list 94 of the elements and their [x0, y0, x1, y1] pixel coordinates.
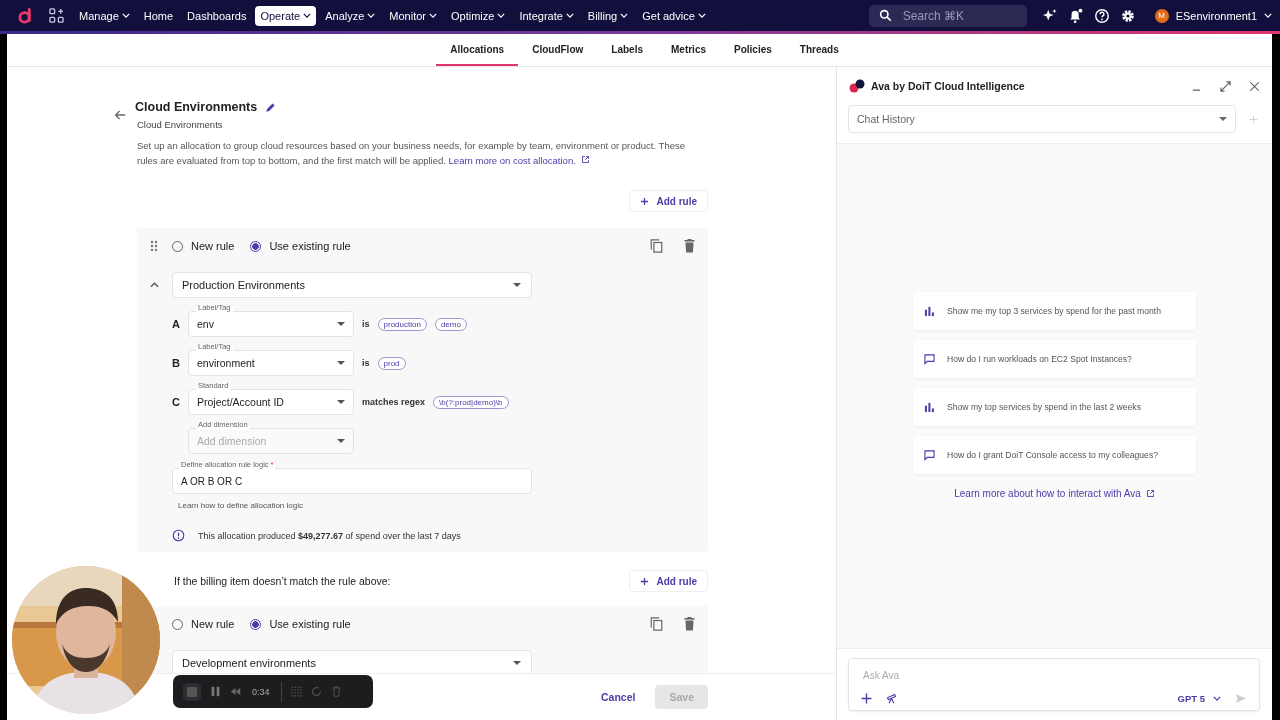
suggestion-card[interactable]: How do I run workloads on EC2 Spot Instances?	[913, 340, 1196, 378]
recording-time: 0:34	[252, 686, 270, 697]
tab[interactable]: Allocations	[436, 34, 519, 66]
tab[interactable]: Metrics	[657, 34, 720, 66]
info-icon	[172, 529, 185, 542]
radio-option[interactable]: Use existing rule	[250, 618, 351, 630]
chat-bubbles-icon	[849, 79, 865, 93]
plus-icon	[640, 196, 650, 206]
account-menu[interactable]: ESenvironment1	[1175, 9, 1272, 22]
add-rule-button[interactable]: Add rule	[629, 570, 708, 592]
page-title: Cloud Environments	[135, 100, 258, 114]
nav-menu-item[interactable]: Manage	[74, 5, 135, 26]
rewind-icon[interactable]	[230, 686, 241, 697]
page-subtitle: Cloud Environments	[137, 119, 224, 130]
delete-icon[interactable]	[683, 617, 696, 631]
condition-operator: is	[362, 357, 370, 370]
fallback-text: If the billing item doesn’t match the rule above:	[174, 575, 391, 587]
condition-operator: is	[362, 318, 370, 331]
condition-letter: A	[172, 317, 180, 332]
chat-history-select[interactable]: Chat History	[848, 105, 1236, 133]
nav-menu-item[interactable]: Optimize	[446, 5, 511, 26]
edit-pencil-icon[interactable]	[265, 101, 277, 113]
dropdown-caret-icon	[513, 661, 521, 665]
drag-handle-icon[interactable]	[150, 240, 158, 252]
suggestion-card[interactable]: Show me my top 3 services by spend for the past month	[913, 292, 1196, 330]
dropdown-caret-icon	[337, 439, 345, 443]
plus-icon[interactable]	[861, 693, 872, 704]
nav-menu-item[interactable]: Operate	[255, 5, 317, 26]
learn-more-link[interactable]: Learn more about how to interact with Ava	[954, 488, 1141, 499]
external-link-icon	[1145, 489, 1155, 498]
chat-bubble-icon	[924, 449, 935, 461]
model-select[interactable]: GPT 5	[1177, 693, 1221, 704]
logo-icon[interactable]	[18, 7, 33, 24]
rule-select[interactable]: Development environments	[172, 650, 532, 673]
caret-icon	[1213, 696, 1221, 701]
dropdown-caret-icon	[337, 322, 345, 326]
apps-grid-icon[interactable]	[49, 8, 64, 23]
copy-icon[interactable]	[650, 617, 663, 631]
radio-option[interactable]: Use existing rule	[250, 240, 351, 252]
notification-bell-icon[interactable]	[1067, 7, 1084, 24]
cost-allocation-link[interactable]: Learn more on cost allocation.	[448, 155, 576, 166]
chat-bubble-icon	[924, 353, 935, 365]
telescope-icon[interactable]	[886, 693, 897, 704]
external-link-icon	[580, 155, 590, 164]
nav-menu-item[interactable]: Billing	[582, 5, 634, 26]
value-chip: prod	[377, 357, 406, 370]
message-composer[interactable]: Ask Ava GPT 5	[848, 658, 1260, 711]
tab[interactable]: Policies	[720, 34, 786, 66]
radio-option[interactable]: New rule	[172, 618, 235, 630]
plus-icon	[640, 576, 650, 586]
settings-icon[interactable]	[1119, 7, 1136, 24]
nav-menu-item[interactable]: Analyze	[320, 5, 381, 26]
back-arrow-icon[interactable]	[113, 108, 127, 122]
help-icon[interactable]	[1093, 7, 1110, 24]
tab[interactable]: CloudFlow	[518, 34, 598, 66]
value-chip: demo	[434, 318, 467, 331]
description-text: Set up an allocation to group cloud resources based on your business needs, for example by team, environment or product. These rules are evaluated from top to bottom, and the first match will be applied. Learn more on cost allocation.	[137, 139, 686, 168]
dropdown-caret-icon	[513, 283, 521, 287]
restart-icon[interactable]	[310, 686, 322, 697]
nav-menu-item[interactable]: Home	[138, 5, 179, 26]
pause-icon[interactable]	[210, 686, 221, 697]
spend-note: This allocation produced $49,277.67 of spend over the last 7 days	[198, 530, 461, 541]
dropdown-caret-icon	[337, 361, 345, 365]
nav-menu-item[interactable]: Get advice	[637, 5, 711, 26]
assistant-title: Ava by DoiT Cloud Intelligence	[871, 80, 1025, 92]
condition-letter: C	[172, 395, 180, 410]
nav-menu-item[interactable]: Dashboards	[182, 5, 252, 26]
tab[interactable]: Threads	[785, 34, 853, 66]
bar-chart-icon	[924, 401, 935, 413]
delete-icon[interactable]	[683, 239, 696, 253]
search-icon	[878, 8, 892, 22]
caret-icon	[1264, 13, 1272, 18]
copy-icon[interactable]	[650, 239, 663, 253]
nav-menu-item[interactable]: Monitor	[384, 5, 442, 26]
cancel-button[interactable]: Cancel	[601, 691, 636, 703]
nav-menu-item[interactable]: Integrate	[514, 5, 579, 26]
condition-letter: B	[172, 356, 180, 371]
value-chip: production	[377, 318, 427, 331]
bar-chart-icon	[924, 305, 935, 317]
logic-help-link[interactable]: Learn how to define allocation logic	[178, 501, 303, 510]
radio-option[interactable]: New rule	[172, 240, 235, 252]
condition-operator: matches regex	[362, 396, 426, 409]
add-rule-button[interactable]: Add rule	[629, 190, 708, 212]
dropdown-caret-icon	[1219, 117, 1227, 121]
expand-icon[interactable]	[1220, 80, 1231, 92]
close-icon[interactable]	[1249, 80, 1260, 92]
tab[interactable]: Labels	[597, 34, 657, 66]
suggestion-card[interactable]: How do I grant DoiT Console access to my colleagues?	[913, 436, 1196, 474]
suggestion-card[interactable]: Show my top services by spend in the last 2 weeks	[913, 388, 1196, 426]
value-chip: \b(?:prod|demo)\b	[433, 396, 509, 409]
dropdown-caret-icon	[337, 400, 345, 404]
collapse-chevron-icon[interactable]	[150, 282, 159, 288]
search-field[interactable]: Search ⌘K	[868, 4, 1027, 27]
rule-select[interactable]: Production Environments	[172, 272, 532, 298]
